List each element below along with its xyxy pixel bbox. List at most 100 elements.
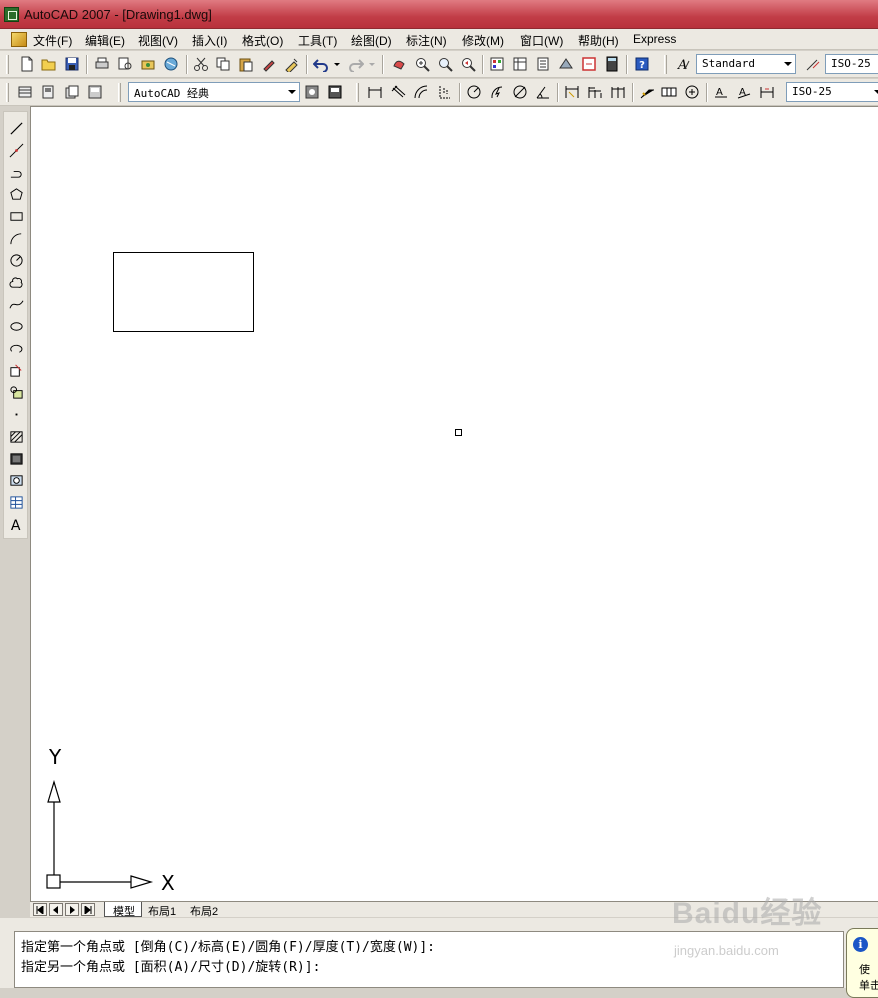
match-properties-icon[interactable] <box>259 54 279 74</box>
layer-copy-icon[interactable] <box>85 82 105 102</box>
dimension-text-edit-icon[interactable]: A <box>734 82 754 102</box>
publish-icon[interactable] <box>138 54 158 74</box>
tab-layout1[interactable]: 布局1 <box>140 902 182 918</box>
first-tab-icon[interactable] <box>33 903 47 916</box>
dimension-edit-icon[interactable]: A <box>711 82 731 102</box>
menu-modify[interactable]: 修改(M) <box>462 32 504 49</box>
spline-icon[interactable] <box>7 295 25 313</box>
zoom-previous-icon[interactable] <box>458 54 478 74</box>
dimension-update-icon[interactable] <box>757 82 777 102</box>
cut-icon[interactable] <box>191 54 211 74</box>
copy-icon[interactable] <box>213 54 233 74</box>
tool-palettes-icon[interactable] <box>533 54 553 74</box>
tab-layout2[interactable]: 布局2 <box>182 902 224 918</box>
quick-dimension-icon[interactable] <box>562 82 582 102</box>
construction-line-icon[interactable] <box>7 141 25 159</box>
sheet-set-icon[interactable] <box>556 54 576 74</box>
drawing-canvas[interactable]: Y X <box>30 106 878 901</box>
3d-dwf-icon[interactable] <box>161 54 181 74</box>
redo-dropdown-icon[interactable] <box>366 54 378 74</box>
menu-express[interactable]: Express <box>633 32 676 46</box>
polygon-icon[interactable] <box>7 185 25 203</box>
dimension-style-select[interactable]: ISO-25 <box>825 54 878 74</box>
arc-icon[interactable] <box>7 229 25 247</box>
baseline-dimension-icon[interactable] <box>585 82 605 102</box>
polyline-icon[interactable] <box>7 163 25 181</box>
menu-insert[interactable]: 插入(I) <box>192 32 227 49</box>
ellipse-icon[interactable] <box>7 317 25 335</box>
region-icon[interactable] <box>7 471 25 489</box>
tolerance-icon[interactable] <box>659 82 679 102</box>
next-tab-icon[interactable] <box>65 903 79 916</box>
rectangle-icon[interactable] <box>7 207 25 225</box>
text-style-icon[interactable]: A <box>673 54 693 74</box>
jogged-dimension-icon[interactable] <box>487 82 507 102</box>
point-icon[interactable] <box>7 405 25 423</box>
ellipse-arc-icon[interactable] <box>7 339 25 357</box>
menu-view[interactable]: 视图(V) <box>138 32 178 49</box>
document-icon[interactable] <box>11 32 27 47</box>
dimension-style-select-2[interactable]: ISO-25 <box>786 82 878 102</box>
autocad-app-icon[interactable] <box>4 7 19 22</box>
pan-realtime-icon[interactable] <box>389 54 409 74</box>
tab-model[interactable]: 模型 <box>104 902 142 918</box>
arc-length-icon[interactable] <box>411 82 431 102</box>
quick-leader-icon[interactable] <box>637 82 657 102</box>
diameter-dimension-icon[interactable] <box>510 82 530 102</box>
table-icon[interactable] <box>7 493 25 511</box>
markup-set-icon[interactable] <box>579 54 599 74</box>
menu-tools[interactable]: 工具(T) <box>298 32 337 49</box>
radius-dimension-icon[interactable] <box>464 82 484 102</box>
paste-icon[interactable] <box>236 54 256 74</box>
make-block-icon[interactable] <box>7 383 25 401</box>
insert-block-icon[interactable] <box>7 361 25 379</box>
toolbar-grip[interactable] <box>6 83 9 102</box>
hatch-icon[interactable] <box>7 427 25 445</box>
revision-cloud-icon[interactable] <box>7 273 25 291</box>
open-icon[interactable] <box>39 54 59 74</box>
redo-icon[interactable] <box>346 54 366 74</box>
save-workspace-icon[interactable] <box>325 82 345 102</box>
angular-dimension-icon[interactable] <box>533 82 553 102</box>
menu-edit[interactable]: 编辑(E) <box>85 32 125 49</box>
undo-icon[interactable] <box>311 54 331 74</box>
menu-format[interactable]: 格式(O) <box>242 32 283 49</box>
menu-draw[interactable]: 绘图(D) <box>351 32 392 49</box>
aligned-dimension-icon[interactable] <box>388 82 408 102</box>
center-mark-icon[interactable] <box>682 82 702 102</box>
toolbar-grip[interactable] <box>6 55 9 74</box>
workspace-settings-icon[interactable] <box>302 82 322 102</box>
toolbar-grip[interactable] <box>356 83 359 102</box>
save-icon[interactable] <box>62 54 82 74</box>
help-icon[interactable]: ? <box>632 54 652 74</box>
new-icon[interactable] <box>17 54 37 74</box>
linear-dimension-icon[interactable] <box>365 82 385 102</box>
toolbar-grip[interactable] <box>664 55 667 74</box>
properties-icon[interactable] <box>487 54 507 74</box>
toolbar-grip[interactable] <box>118 83 121 102</box>
rectangle-entity[interactable] <box>113 252 254 332</box>
circle-icon[interactable] <box>7 251 25 269</box>
menu-dimension[interactable]: 标注(N) <box>406 32 447 49</box>
undo-dropdown-icon[interactable] <box>331 54 343 74</box>
menu-help[interactable]: 帮助(H) <box>578 32 619 49</box>
gradient-icon[interactable] <box>7 449 25 467</box>
layer-previous-icon[interactable] <box>62 82 82 102</box>
menu-window[interactable]: 窗口(W) <box>520 32 563 49</box>
line-icon[interactable] <box>7 119 25 137</box>
zoom-realtime-icon[interactable] <box>412 54 432 74</box>
continue-dimension-icon[interactable] <box>608 82 628 102</box>
quickcalc-icon[interactable] <box>602 54 622 74</box>
plot-icon[interactable] <box>92 54 112 74</box>
design-center-icon[interactable] <box>510 54 530 74</box>
menu-file[interactable]: 文件(F) <box>33 32 72 49</box>
layer-state-icon[interactable] <box>38 82 58 102</box>
workspace-select[interactable]: AutoCAD 经典 <box>128 82 300 102</box>
text-style-select[interactable]: Standard <box>696 54 796 74</box>
ordinate-dimension-icon[interactable] <box>434 82 454 102</box>
last-tab-icon[interactable] <box>81 903 95 916</box>
previous-tab-icon[interactable] <box>49 903 63 916</box>
block-editor-icon[interactable] <box>282 54 302 74</box>
zoom-window-icon[interactable] <box>435 54 455 74</box>
layer-properties-icon[interactable] <box>15 82 35 102</box>
